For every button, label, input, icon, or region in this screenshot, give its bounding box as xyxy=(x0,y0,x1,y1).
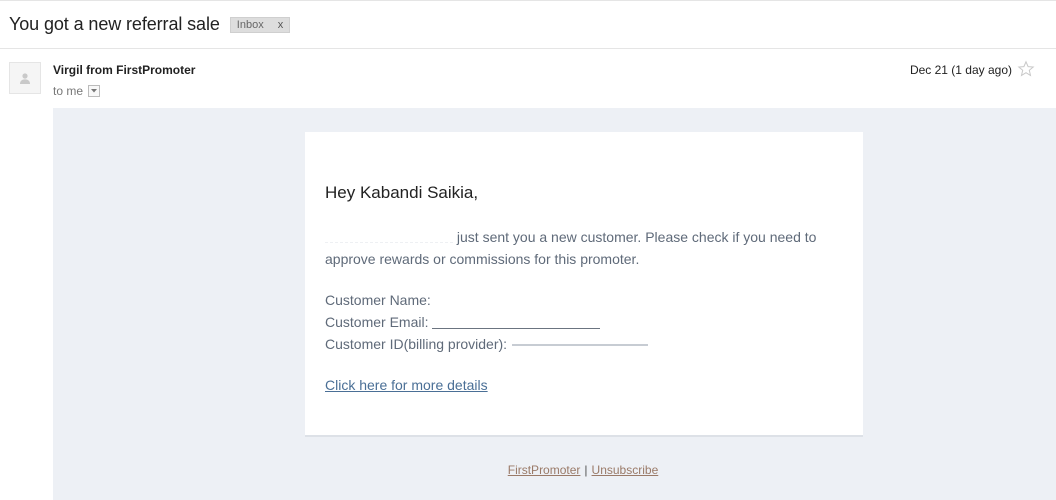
person-icon xyxy=(20,73,30,84)
email-card: Hey Kabandi Saikia, just sent you a new … xyxy=(305,132,863,437)
recipient-text: to me xyxy=(53,84,84,98)
sender-avatar[interactable] xyxy=(9,62,41,94)
redacted-customer-email xyxy=(432,315,601,329)
inbox-label-text: Inbox xyxy=(236,18,264,31)
email-subject: You got a new referral sale xyxy=(9,14,220,34)
message-date: Dec 21 (1 day ago) xyxy=(909,63,1012,77)
details-dropdown-button[interactable] xyxy=(88,85,101,97)
remove-label-button[interactable]: x xyxy=(278,19,284,31)
chevron-down-icon xyxy=(91,89,98,93)
customer-name-label: Customer Name: xyxy=(325,292,431,308)
message-header: Virgil from FirstPromoter to me Dec 21 (… xyxy=(0,50,1056,108)
email-body: Hey Kabandi Saikia, just sent you a new … xyxy=(53,108,1056,500)
star-icon[interactable] xyxy=(1017,60,1035,78)
customer-email-label: Customer Email: xyxy=(325,314,429,330)
redacted-promoter-name xyxy=(325,233,453,244)
customer-name-row: Customer Name: xyxy=(325,289,648,311)
customer-email-row: Customer Email: xyxy=(325,311,648,333)
message-paragraph: just sent you a new customer. Please che… xyxy=(325,226,835,270)
customer-details: Customer Name: Customer Email: Customer … xyxy=(325,289,649,355)
firstpromoter-link[interactable]: FirstPromoter xyxy=(508,463,581,477)
email-footer: FirstPromoter | Unsubscribe xyxy=(53,463,1056,477)
recipient-row: to me xyxy=(53,84,101,98)
customer-id-row: Customer ID(billing provider): xyxy=(325,333,649,355)
inbox-label[interactable]: Inbox x xyxy=(229,16,291,33)
more-details-link[interactable]: Click here for more details xyxy=(325,377,488,393)
subject-bar: You got a new referral sale Inbox x xyxy=(0,1,1056,49)
customer-id-label: Customer ID(billing provider): xyxy=(325,336,508,352)
greeting: Hey Kabandi Saikia, xyxy=(325,183,479,202)
footer-separator: | xyxy=(584,463,588,477)
unsubscribe-link[interactable]: Unsubscribe xyxy=(592,463,659,477)
redacted-customer-id xyxy=(512,339,649,349)
sender-name[interactable]: Virgil from FirstPromoter xyxy=(53,63,195,77)
